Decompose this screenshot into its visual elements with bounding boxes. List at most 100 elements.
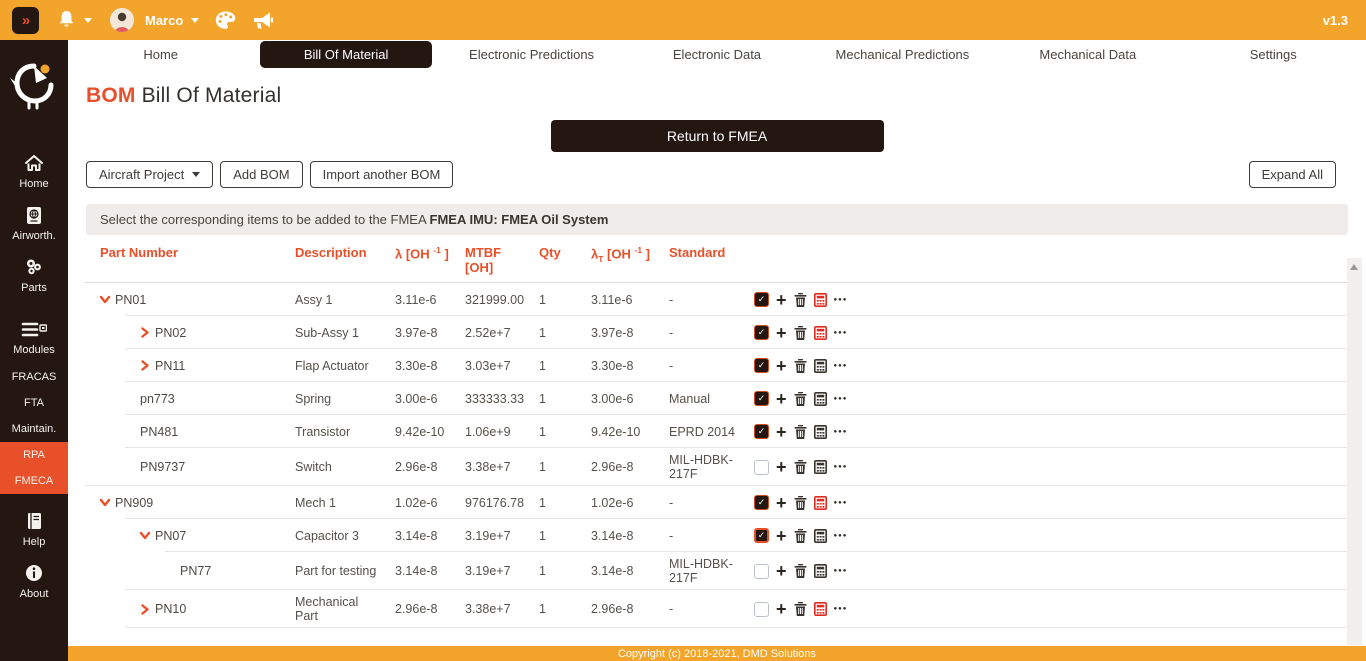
ellipsis-icon[interactable]: ●●● <box>834 330 848 336</box>
sidebar-item-label: Modules <box>13 344 55 356</box>
project-dropdown[interactable]: Aircraft Project <box>86 161 213 188</box>
add-icon[interactable]: + <box>776 327 787 339</box>
ellipsis-icon[interactable]: ●●● <box>834 396 848 402</box>
add-icon[interactable]: + <box>776 393 787 405</box>
import-bom-button[interactable]: Import another BOM <box>310 161 454 188</box>
calculator-icon[interactable] <box>814 529 827 543</box>
ellipsis-icon[interactable]: ●●● <box>834 429 848 435</box>
calculator-icon[interactable] <box>814 602 827 616</box>
row-select-checkbox[interactable]: ✓ <box>754 424 769 439</box>
sidebar-expand-button[interactable]: » <box>12 7 39 34</box>
ellipsis-icon[interactable]: ●●● <box>834 568 848 574</box>
user-menu[interactable]: Marco <box>110 8 199 32</box>
chevron-icon[interactable] <box>100 294 115 305</box>
mtbf-cell: 1.06e+9 <box>465 425 539 439</box>
sidebar-item-label: FRACAS <box>12 371 57 383</box>
add-icon[interactable]: + <box>776 603 787 615</box>
calculator-icon[interactable] <box>814 564 827 578</box>
add-icon[interactable]: + <box>776 461 787 473</box>
expand-all-button[interactable]: Expand All <box>1249 161 1336 188</box>
add-icon[interactable]: + <box>776 497 787 509</box>
notifications-bell-icon[interactable] <box>57 10 76 30</box>
tab-electronic-predictions[interactable]: Electronic Predictions <box>439 40 624 68</box>
calculator-icon[interactable] <box>814 425 827 439</box>
sidebar-item-help[interactable]: Help <box>0 504 68 556</box>
row-select-checkbox[interactable]: ✓ <box>754 325 769 340</box>
trash-icon[interactable] <box>794 293 807 307</box>
standard-cell: - <box>669 359 754 373</box>
sidebar-item-modules[interactable]: Modules <box>0 312 68 364</box>
tab-electronic-data[interactable]: Electronic Data <box>624 40 809 68</box>
trash-icon[interactable] <box>794 460 807 474</box>
app-logo[interactable] <box>0 40 68 130</box>
row-select-checkbox[interactable] <box>754 564 769 579</box>
sidebar-item-airworth[interactable]: Airworth. <box>0 198 68 250</box>
tab-home[interactable]: Home <box>68 40 253 68</box>
trash-icon[interactable] <box>794 496 807 510</box>
add-icon[interactable]: + <box>776 294 787 306</box>
description-cell: Part for testing <box>295 564 395 578</box>
return-to-fmea-button[interactable]: Return to FMEA <box>551 120 884 152</box>
ellipsis-icon[interactable]: ●●● <box>834 363 848 369</box>
tab-mechanical-data[interactable]: Mechanical Data <box>995 40 1180 68</box>
tab-mechanical-predictions[interactable]: Mechanical Predictions <box>810 40 995 68</box>
row-actions: ✓ + ●●● <box>754 325 854 340</box>
add-icon[interactable]: + <box>776 565 787 577</box>
sidebar-item-maintain[interactable]: Maintain. <box>0 416 68 442</box>
chevron-icon[interactable] <box>140 530 155 541</box>
sidebar-item-fmeca[interactable]: FMECA <box>0 468 68 494</box>
top-bar: » Marco v1.3 <box>0 0 1366 40</box>
sidebar-item-fta[interactable]: FTA <box>0 390 68 416</box>
calculator-icon[interactable] <box>814 392 827 406</box>
row-select-checkbox[interactable] <box>754 460 769 475</box>
table-scrollbar[interactable] <box>1347 258 1362 645</box>
tab-bill-of-material[interactable]: Bill Of Material <box>253 40 438 68</box>
theme-palette-icon[interactable] <box>215 11 236 30</box>
calculator-icon[interactable] <box>814 496 827 510</box>
row-select-checkbox[interactable]: ✓ <box>754 528 769 543</box>
trash-icon[interactable] <box>794 392 807 406</box>
chevron-icon[interactable] <box>140 360 155 371</box>
bom-controls: Aircraft Project Add BOM Import another … <box>86 161 1348 188</box>
chevron-icon[interactable] <box>100 497 115 508</box>
ellipsis-icon[interactable]: ●●● <box>834 606 848 612</box>
trash-icon[interactable] <box>794 326 807 340</box>
row-select-checkbox[interactable]: ✓ <box>754 495 769 510</box>
part-number: PN10 <box>155 602 186 616</box>
add-icon[interactable]: + <box>776 530 787 542</box>
ellipsis-icon[interactable]: ●●● <box>834 297 848 303</box>
qty-cell: 1 <box>539 460 591 474</box>
chevron-icon[interactable] <box>140 327 155 338</box>
ellipsis-icon[interactable]: ●●● <box>834 500 848 506</box>
column-header-description: Description <box>295 245 395 275</box>
trash-icon[interactable] <box>794 359 807 373</box>
trash-icon[interactable] <box>794 529 807 543</box>
scroll-up-arrow-icon[interactable] <box>1350 264 1358 270</box>
chevron-icon[interactable] <box>140 604 155 615</box>
sidebar-item-home[interactable]: Home <box>0 146 68 198</box>
row-select-checkbox[interactable]: ✓ <box>754 292 769 307</box>
row-actions: + ●●● <box>754 602 854 617</box>
bell-dropdown-caret-icon[interactable] <box>84 18 92 23</box>
ellipsis-icon[interactable]: ●●● <box>834 464 848 470</box>
sidebar-item-rpa[interactable]: RPA <box>0 442 68 468</box>
tab-settings[interactable]: Settings <box>1181 40 1366 68</box>
trash-icon[interactable] <box>794 564 807 578</box>
sidebar-item-fracas[interactable]: FRACAS <box>0 364 68 390</box>
calculator-icon[interactable] <box>814 326 827 340</box>
sidebar-item-about[interactable]: About <box>0 556 68 608</box>
row-select-checkbox[interactable]: ✓ <box>754 358 769 373</box>
row-select-checkbox[interactable]: ✓ <box>754 391 769 406</box>
row-select-checkbox[interactable] <box>754 602 769 617</box>
sidebar-item-parts[interactable]: Parts <box>0 250 68 302</box>
announcements-megaphone-icon[interactable] <box>252 11 274 30</box>
add-icon[interactable]: + <box>776 426 787 438</box>
calculator-icon[interactable] <box>814 293 827 307</box>
add-bom-button[interactable]: Add BOM <box>220 161 302 188</box>
trash-icon[interactable] <box>794 602 807 616</box>
ellipsis-icon[interactable]: ●●● <box>834 533 848 539</box>
calculator-icon[interactable] <box>814 460 827 474</box>
add-icon[interactable]: + <box>776 360 787 372</box>
trash-icon[interactable] <box>794 425 807 439</box>
calculator-icon[interactable] <box>814 359 827 373</box>
